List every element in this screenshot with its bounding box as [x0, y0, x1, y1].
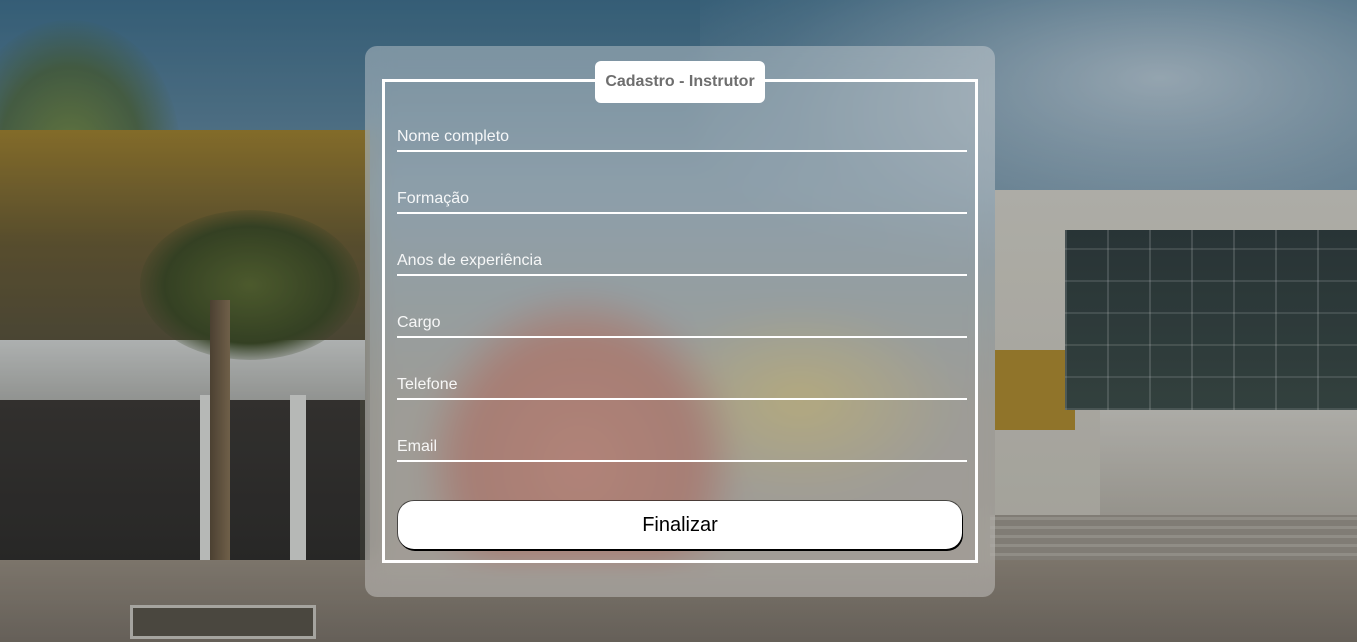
form-title: Cadastro - Instrutor	[595, 61, 765, 103]
education-field	[397, 180, 967, 214]
years-experience-field	[397, 242, 967, 276]
years-experience-input[interactable]	[397, 252, 967, 270]
email-input[interactable]	[397, 438, 967, 456]
phone-field	[397, 366, 967, 400]
position-input[interactable]	[397, 314, 967, 332]
email-field	[397, 428, 967, 462]
finalize-button[interactable]: Finalizar	[398, 501, 962, 549]
full-name-field	[397, 118, 967, 152]
position-field	[397, 304, 967, 338]
registration-form-card: Cadastro - Instrutor Finalizar	[365, 46, 995, 597]
phone-input[interactable]	[397, 376, 967, 394]
education-input[interactable]	[397, 190, 967, 208]
full-name-input[interactable]	[397, 128, 967, 146]
